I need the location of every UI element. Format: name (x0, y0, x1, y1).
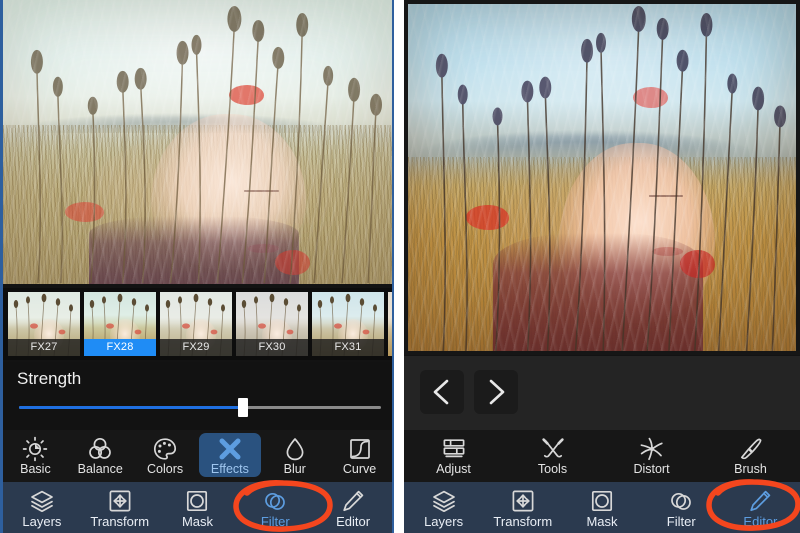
strength-knob[interactable] (238, 398, 249, 417)
palette-icon (154, 438, 177, 460)
pencil-icon (750, 490, 771, 511)
tool-label: Basic (20, 462, 51, 476)
tools-icon (541, 438, 564, 458)
filter-icon (265, 492, 286, 510)
curve-icon (349, 439, 370, 459)
edit-tool-row-right[interactable]: Adjust Tools Distort Brush (404, 430, 800, 482)
screenshot-stage: FX27 FX28 FX29 FX30 FX31 Strength Basic Balan… (0, 0, 800, 533)
sliders-icon (443, 439, 464, 458)
main-nav-row-left[interactable]: Layers Transform Mask Filter Editor (3, 482, 392, 533)
filter-thumbnail[interactable]: FX29 (160, 292, 232, 356)
nav-item-editor[interactable]: Editor (314, 482, 392, 533)
distort-icon (640, 437, 663, 461)
effects-icon (219, 438, 241, 460)
strength-slider[interactable] (19, 398, 381, 417)
tool-label: Colors (147, 462, 184, 476)
nav-label: Editor (336, 513, 371, 529)
filter-thumbnail[interactable]: FX28 (84, 292, 156, 356)
layers-icon (31, 490, 53, 512)
nav-label: Mask (181, 513, 214, 529)
nav-label: Layers (424, 513, 464, 529)
tool-label: Curve (342, 462, 377, 476)
tool-label: Brush (734, 462, 767, 476)
vignette (3, 0, 392, 284)
nav-item-filter[interactable]: Filter (642, 482, 721, 533)
filter-thumbnail-label: FX31 (312, 339, 384, 356)
tool-label: Balance (77, 462, 123, 476)
brush-icon (740, 438, 761, 460)
nav-item-transform[interactable]: Transform (81, 482, 159, 533)
nav-item-mask[interactable]: Mask (159, 482, 237, 533)
nav-item-layers[interactable]: Layers (3, 482, 81, 533)
edit-tool-row-left[interactable]: Basic Balance Colors Effects Blur Curve (3, 430, 392, 482)
filter-thumbnail-label: FX27 (8, 339, 80, 356)
tool-item-effects[interactable]: Effects (197, 430, 262, 482)
tool-label: Adjust (436, 462, 471, 476)
photo-preview-right[interactable] (404, 0, 800, 355)
editor-panel: Adjust Tools Distort Brush Layers Transform M… (404, 0, 800, 533)
tool-item-distort[interactable]: Distort (602, 430, 701, 482)
strength-label: Strength (17, 369, 82, 388)
tool-item-adjust[interactable]: Adjust (404, 430, 503, 482)
nav-item-editor[interactable]: Editor (721, 482, 800, 533)
filter-thumbnail[interactable]: FX27 (8, 292, 80, 356)
tool-item-basic[interactable]: Basic (3, 430, 68, 482)
tool-item-colors[interactable]: Colors (133, 430, 198, 482)
strength-fill (19, 406, 244, 409)
tool-item-brush[interactable]: Brush (701, 430, 800, 482)
nav-label: Transform (90, 513, 150, 529)
brightness-icon (23, 436, 48, 462)
filter-thumbnail-label: FX28 (84, 339, 156, 356)
vignette (408, 4, 796, 351)
filter-thumbnail-label: FX30 (236, 339, 308, 356)
tool-label: Distort (633, 462, 670, 476)
nav-item-transform[interactable]: Transform (483, 482, 562, 533)
mask-icon (591, 490, 613, 511)
nav-label: Mask (586, 513, 618, 529)
nav-label: Layers (22, 513, 62, 529)
nav-item-layers[interactable]: Layers (404, 482, 483, 533)
filter-thumbnail[interactable] (388, 292, 394, 356)
mask-icon (187, 490, 208, 511)
tool-item-tools[interactable]: Tools (503, 430, 602, 482)
tool-label: Tools (537, 462, 568, 476)
main-nav-row-right[interactable]: Layers Transform Mask Filter Editor (404, 482, 800, 533)
tool-label: Blur (283, 462, 306, 476)
filter-effects-panel: FX27 FX28 FX29 FX30 FX31 Strength Basic Balan… (0, 0, 394, 533)
next-button[interactable] (474, 370, 518, 414)
tool-item-balance[interactable]: Balance (68, 430, 133, 482)
filter-thumbnail[interactable]: FX30 (236, 292, 308, 356)
nav-label: Editor (743, 513, 778, 529)
photo-preview-left[interactable] (3, 0, 392, 284)
droplet-icon (286, 438, 304, 461)
filter-thumbnail-label: FX29 (160, 339, 232, 356)
filter-icon (671, 492, 692, 510)
tool-item-curve[interactable]: Curve (327, 430, 392, 482)
nav-item-filter[interactable]: Filter (236, 482, 314, 533)
filter-thumbnail[interactable]: FX31 (312, 292, 384, 356)
transform-icon (109, 490, 131, 511)
pencil-icon (343, 490, 364, 511)
strength-control: Strength (3, 362, 392, 430)
nav-label: Filter (666, 513, 696, 529)
transform-icon (512, 490, 534, 511)
nav-label: Transform (493, 513, 553, 529)
color-balance-icon (89, 437, 112, 459)
layers-icon (432, 490, 455, 512)
filter-thumbnail-strip[interactable]: FX27 FX28 FX29 FX30 FX31 (3, 288, 392, 360)
nav-item-mask[interactable]: Mask (562, 482, 641, 533)
thumb-stems (388, 292, 394, 356)
previous-button[interactable] (420, 370, 464, 414)
tool-item-blur[interactable]: Blur (262, 430, 327, 482)
tool-label: Effects (210, 462, 249, 476)
nav-label: Filter (260, 513, 290, 529)
photo-navigation-bar (404, 356, 800, 430)
